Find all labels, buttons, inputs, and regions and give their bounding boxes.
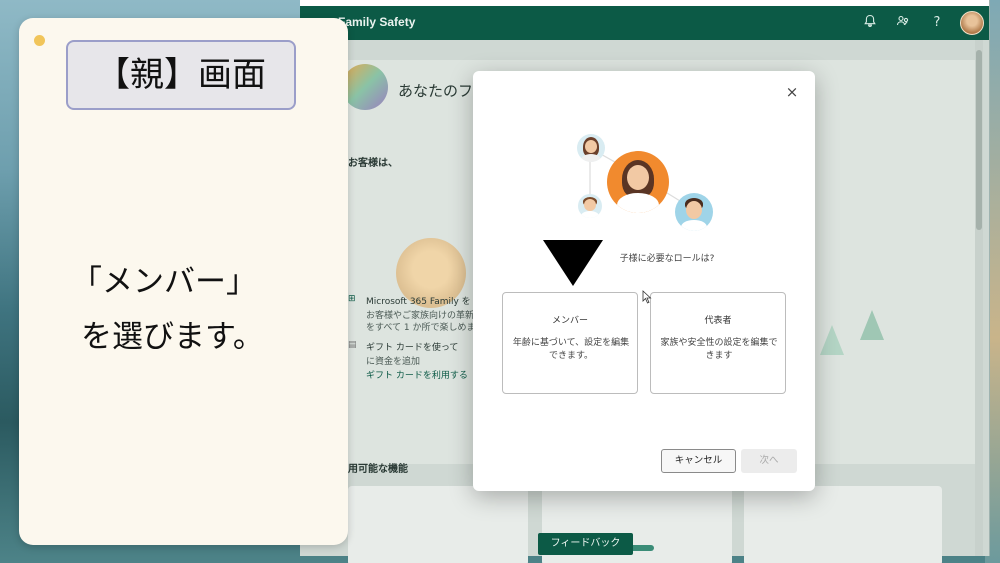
- feature-card[interactable]: [348, 486, 528, 563]
- person-avatar-man: [675, 193, 713, 231]
- person-avatar-child: [578, 194, 602, 218]
- ms365-line2: をすべて 1 か所で楽しめます: [366, 323, 474, 333]
- note-label: 【親】画面: [66, 40, 296, 110]
- role-option-representative[interactable]: 代表者 家族や安全性の設定を編集できます: [650, 292, 786, 394]
- app-header: Family Safety ?: [300, 6, 989, 40]
- customer-heading: お客様は、: [348, 158, 398, 169]
- giftcard-line1: ギフト カードを使って: [366, 343, 459, 353]
- available-features-heading: 用可能な機能: [348, 464, 408, 475]
- person-avatar-small: [577, 134, 605, 162]
- profile-avatar[interactable]: [960, 11, 984, 35]
- person-avatar-main: [607, 151, 669, 213]
- role-title-member: メンバー: [551, 316, 588, 326]
- role-dialog: × 子様に必要なロールは? メンバー 年齢に基づいて、設定を編集できます。 代表…: [473, 71, 815, 491]
- help-icon[interactable]: ?: [928, 14, 946, 32]
- note-dot: [34, 35, 45, 46]
- family-icon[interactable]: [894, 14, 912, 32]
- next-button[interactable]: 次へ: [741, 449, 797, 473]
- feature-card[interactable]: [744, 486, 942, 563]
- pointer-arrow-icon: [543, 240, 603, 286]
- feedback-button[interactable]: フィードバック: [538, 533, 633, 555]
- bell-icon[interactable]: [861, 14, 879, 32]
- tree-decoration: [860, 310, 884, 340]
- app-title: Family Safety: [338, 15, 416, 29]
- giftcard-line2: に資金を追加: [366, 357, 421, 367]
- ms365-title: Microsoft 365 Family を: [366, 297, 471, 307]
- mouse-cursor-icon: [642, 290, 652, 304]
- instruction-note: 【親】画面 「メンバー」 を選びます。: [19, 18, 348, 545]
- cancel-button[interactable]: キャンセル: [661, 449, 736, 473]
- role-desc-representative: 家族や安全性の設定を編集できます: [660, 338, 778, 361]
- giftcard-link[interactable]: ギフト カードを利用する: [366, 368, 474, 381]
- family-avatar: [342, 64, 388, 110]
- gift-card-icon: ▤: [348, 340, 357, 350]
- role-desc-member: 年齢に基づいて、設定を編集できます。: [512, 338, 630, 361]
- note-line1: 「メンバー」: [71, 264, 257, 300]
- role-title-representative: 代表者: [704, 316, 732, 326]
- scrollbar-thumb[interactable]: [976, 50, 982, 230]
- tree-decoration-2: [820, 325, 844, 355]
- dialog-question: 子様に必要なロールは?: [619, 254, 715, 264]
- windows-logo-icon: ⊞: [348, 294, 356, 304]
- role-option-member[interactable]: メンバー 年齢に基づいて、設定を編集できます。: [502, 292, 638, 394]
- note-line2: を選びます。: [81, 319, 264, 355]
- family-heading: あなたのファミリー: [398, 82, 472, 100]
